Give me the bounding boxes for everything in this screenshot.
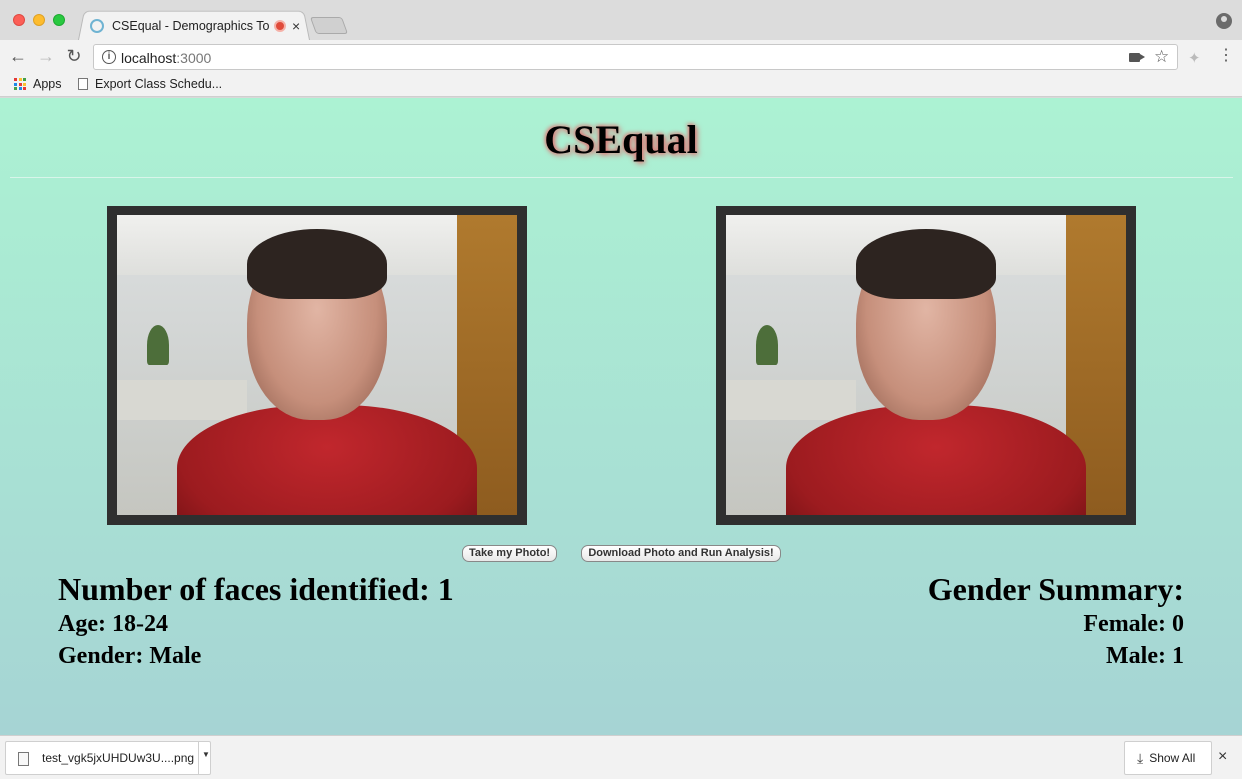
captured-photo-frame xyxy=(716,206,1136,525)
new-tab-button[interactable] xyxy=(309,17,349,34)
close-icon[interactable]: × xyxy=(1218,748,1227,766)
camera-icon[interactable] xyxy=(1129,53,1145,62)
url-port: :3000 xyxy=(176,50,212,66)
info-icon[interactable]: i xyxy=(102,50,116,64)
run-analysis-button[interactable]: Download Photo and Run Analysis! xyxy=(581,545,781,562)
gender-summary-heading: Gender Summary: xyxy=(927,571,1184,607)
back-arrow-icon[interactable]: ← xyxy=(8,46,28,67)
divider xyxy=(10,177,1233,178)
profile-icon[interactable] xyxy=(1216,13,1232,29)
face-results: Number of faces identified: 1 Age: 18-24… xyxy=(58,570,454,672)
maximize-window-button[interactable] xyxy=(53,14,65,26)
male-count: Male: 1 xyxy=(1106,643,1184,669)
bookmark-apps[interactable]: Apps xyxy=(14,77,62,91)
extension-icon[interactable]: ✦ xyxy=(1188,49,1201,67)
tab-close-icon[interactable]: × xyxy=(292,18,300,34)
address-bar[interactable]: i localhost:3000 ☆ xyxy=(93,44,1178,70)
tab-title: CSEqual - Demographics To xyxy=(112,19,270,33)
bookmark-export-label: Export Class Schedu... xyxy=(95,77,223,91)
chevron-down-icon[interactable]: ▼ xyxy=(202,750,210,759)
document-icon xyxy=(78,78,88,90)
page-content: CSEqual Take my Photo! Download Photo an… xyxy=(0,98,1242,735)
gender-result: Gender: Male xyxy=(58,643,202,669)
browser-tab-content[interactable]: CSEqual - Demographics To × xyxy=(88,16,306,36)
browser-toolbar: ← → ↻ i localhost:3000 ☆ ✦ ⋮ xyxy=(0,40,1242,73)
gender-summary: Gender Summary: Female: 0 Male: 1 xyxy=(860,570,1184,672)
webcam-video-frame xyxy=(107,206,527,525)
bookmarks-bar: Apps Export Class Schedu... xyxy=(0,73,1242,97)
page-title: CSEqual xyxy=(544,117,698,162)
download-shelf: test_vgk5jxUHDUw3U....png ▼ ⤓ Show All × xyxy=(0,735,1242,779)
minimize-window-button[interactable] xyxy=(33,14,45,26)
bookmark-apps-label: Apps xyxy=(33,77,62,91)
show-all-button[interactable]: ⤓ Show All xyxy=(1124,741,1212,775)
download-icon: ⤓ xyxy=(1137,749,1144,766)
url-host: localhost xyxy=(121,50,177,66)
reload-icon[interactable]: ↻ xyxy=(64,46,84,67)
download-file-name: test_vgk5jxUHDUw3U....png xyxy=(42,751,195,765)
url-text[interactable]: localhost:3000 xyxy=(121,50,211,66)
browser-titlebar: CSEqual - Demographics To × xyxy=(0,0,1242,40)
star-icon[interactable]: ☆ xyxy=(1154,47,1169,67)
menu-icon[interactable]: ⋮ xyxy=(1218,48,1234,64)
age-result: Age: 18-24 xyxy=(58,611,168,637)
file-icon xyxy=(18,752,29,766)
recording-indicator-icon xyxy=(274,20,286,32)
faces-count: Number of faces identified: 1 xyxy=(58,571,454,607)
take-photo-button[interactable]: Take my Photo! xyxy=(462,545,557,562)
close-window-button[interactable] xyxy=(13,14,25,26)
female-count: Female: 0 xyxy=(1083,611,1184,637)
react-favicon-icon xyxy=(90,19,104,33)
apps-icon xyxy=(14,78,26,90)
download-item-separator xyxy=(198,742,199,774)
show-all-label: Show All xyxy=(1149,751,1196,765)
captured-photo xyxy=(726,215,1126,515)
webcam-video xyxy=(117,215,517,515)
forward-arrow-icon[interactable]: → xyxy=(36,46,56,67)
bookmark-export-class-schedule[interactable]: Export Class Schedu... xyxy=(78,77,222,91)
download-item[interactable]: test_vgk5jxUHDUw3U....png ▼ xyxy=(5,741,211,775)
